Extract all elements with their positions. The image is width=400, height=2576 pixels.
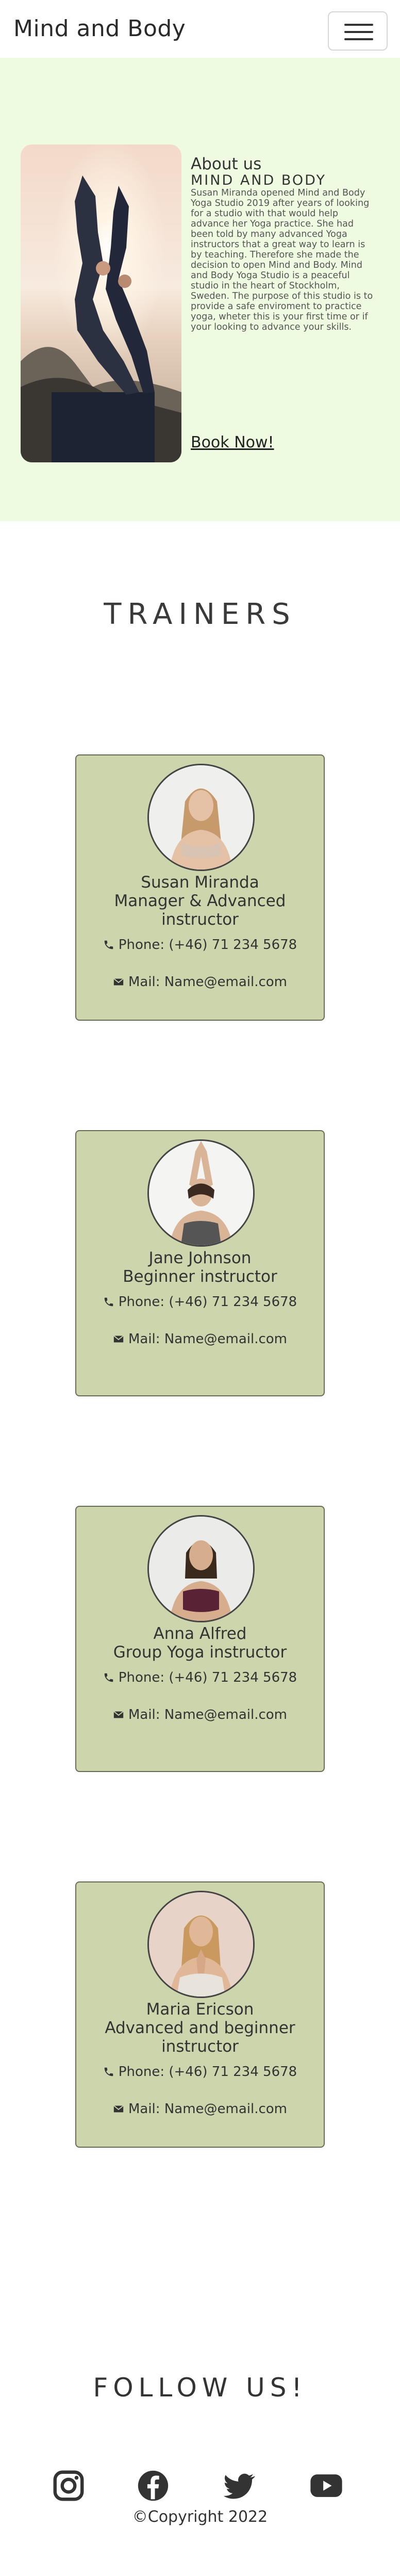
trainers-heading: TRAINERS <box>104 598 296 631</box>
trainer-name: Susan Miranda <box>141 873 259 892</box>
trainer-mail: Mail: Name@email.com <box>76 1331 324 1347</box>
trainer-photo <box>147 1139 255 1247</box>
envelope-icon <box>113 2105 124 2113</box>
twitter-icon[interactable] <box>221 2468 257 2504</box>
phone-icon <box>104 940 113 949</box>
instagram-icon[interactable] <box>51 2468 87 2504</box>
trainer-phone: Phone: (+46) 71 234 5678 <box>76 1294 324 1310</box>
phone-icon <box>104 1297 113 1307</box>
site-header: Mind and Body <box>0 0 400 58</box>
trainer-mail: Mail: Name@email.com <box>76 974 324 990</box>
trainer-card: Maria Ericson Advanced and beginner inst… <box>75 1881 325 2148</box>
trainer-mail-text: Mail: Name@email.com <box>128 974 288 990</box>
facebook-icon[interactable] <box>135 2468 171 2504</box>
trainer-mail: Mail: Name@email.com <box>76 1707 324 1722</box>
trainer-mail-text: Mail: Name@email.com <box>128 1707 288 1722</box>
trainer-mail-text: Mail: Name@email.com <box>128 1331 288 1347</box>
trainer-phone: Phone: (+46) 71 234 5678 <box>76 1670 324 1685</box>
trainer-role-continued: instructor <box>161 910 239 929</box>
trainer-photo <box>147 1891 255 1998</box>
follow-heading: FOLLOW US! <box>93 2373 307 2403</box>
brand-logo[interactable]: Mind and Body <box>13 15 186 42</box>
copyright-text: ©Copyright 2022 <box>132 2508 268 2526</box>
trainer-phone-text: Phone: (+46) 71 234 5678 <box>118 1670 297 1685</box>
trainer-phone-text: Phone: (+46) 71 234 5678 <box>118 2064 297 2080</box>
phone-icon <box>104 2067 113 2076</box>
trainer-role: Advanced and beginner <box>105 2019 295 2037</box>
trainer-phone: Phone: (+46) 71 234 5678 <box>76 937 324 953</box>
trainer-name: Jane Johnson <box>148 1249 252 1267</box>
trainer-phone-text: Phone: (+46) 71 234 5678 <box>118 937 297 953</box>
menu-toggle-button[interactable] <box>328 11 388 51</box>
about-section: About us MIND AND BODY Susan Miranda ope… <box>0 58 400 521</box>
trainer-card: Susan Miranda Manager & Advanced instruc… <box>75 754 325 1021</box>
about-subtitle: MIND AND BODY <box>191 172 326 188</box>
trainer-name: Anna Alfred <box>153 1624 247 1643</box>
trainer-photo <box>147 764 255 871</box>
youtube-icon[interactable] <box>308 2468 344 2504</box>
trainer-photo <box>147 1515 255 1622</box>
about-yoga-image <box>21 144 181 462</box>
trainer-card: Anna Alfred Group Yoga instructor Phone:… <box>75 1506 325 1772</box>
trainer-name: Maria Ericson <box>146 2000 254 2019</box>
trainer-mail: Mail: Name@email.com <box>76 2101 324 2117</box>
trainer-mail-text: Mail: Name@email.com <box>128 2101 288 2117</box>
trainer-role: Group Yoga instructor <box>113 1643 287 1662</box>
phone-icon <box>104 1673 113 1682</box>
envelope-icon <box>113 978 124 986</box>
envelope-icon <box>113 1711 124 1718</box>
trainer-phone: Phone: (+46) 71 234 5678 <box>76 2064 324 2080</box>
trainer-phone-text: Phone: (+46) 71 234 5678 <box>118 1294 297 1310</box>
trainer-role-continued: instructor <box>161 2037 239 2056</box>
trainer-card: Jane Johnson Beginner instructor Phone: … <box>75 1130 325 1396</box>
about-title: About us <box>191 155 262 173</box>
hamburger-menu-icon <box>344 24 373 26</box>
trainer-role: Manager & Advanced <box>114 892 286 910</box>
about-description: Susan Miranda opened Mind and Body Yoga … <box>191 188 373 332</box>
book-now-link[interactable]: Book Now! <box>191 433 274 452</box>
envelope-icon <box>113 1335 124 1343</box>
trainer-role: Beginner instructor <box>123 1267 277 1286</box>
